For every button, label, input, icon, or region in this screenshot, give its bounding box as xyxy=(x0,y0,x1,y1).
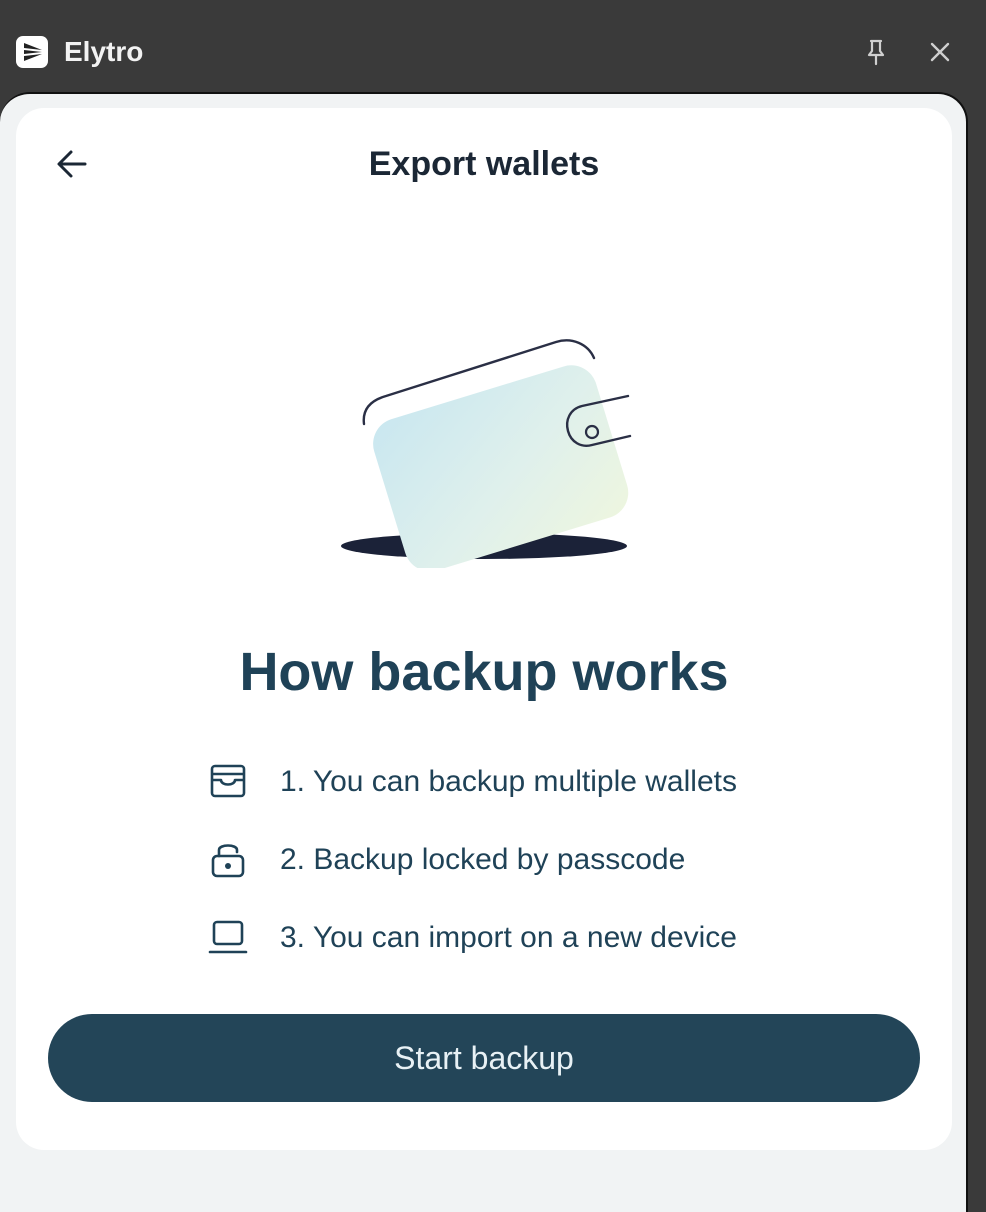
feature-text: 1. You can backup multiple wallets xyxy=(280,765,737,798)
app-name: Elytro xyxy=(64,36,144,67)
elytro-logo-icon xyxy=(16,36,48,68)
start-backup-button[interactable]: Start backup xyxy=(48,1014,920,1102)
feature-list: 1. You can backup multiple wallets 2. Ba… xyxy=(206,758,826,992)
laptop-icon xyxy=(206,916,250,960)
window-titlebar: Elytro xyxy=(0,0,986,96)
lock-icon xyxy=(206,838,250,882)
feature-item: 3. You can import on a new device xyxy=(206,914,826,992)
feature-item: 1. You can backup multiple wallets xyxy=(206,758,826,836)
feature-text: 2. Backup locked by passcode xyxy=(280,843,686,876)
pin-button[interactable] xyxy=(858,34,894,70)
page-title: Export wallets xyxy=(368,145,600,183)
section-heading: How backup works xyxy=(239,642,729,702)
content-card: Export wallets How backup works 1. You c… xyxy=(16,108,952,1150)
feature-item: 2. Backup locked by passcode xyxy=(206,836,826,914)
close-icon xyxy=(930,42,950,62)
wallet-illustration xyxy=(336,328,636,572)
feature-text: 3. You can import on a new device xyxy=(280,921,737,954)
pin-icon xyxy=(867,39,885,66)
close-button[interactable] xyxy=(922,34,958,70)
wallet-icon xyxy=(206,760,250,804)
